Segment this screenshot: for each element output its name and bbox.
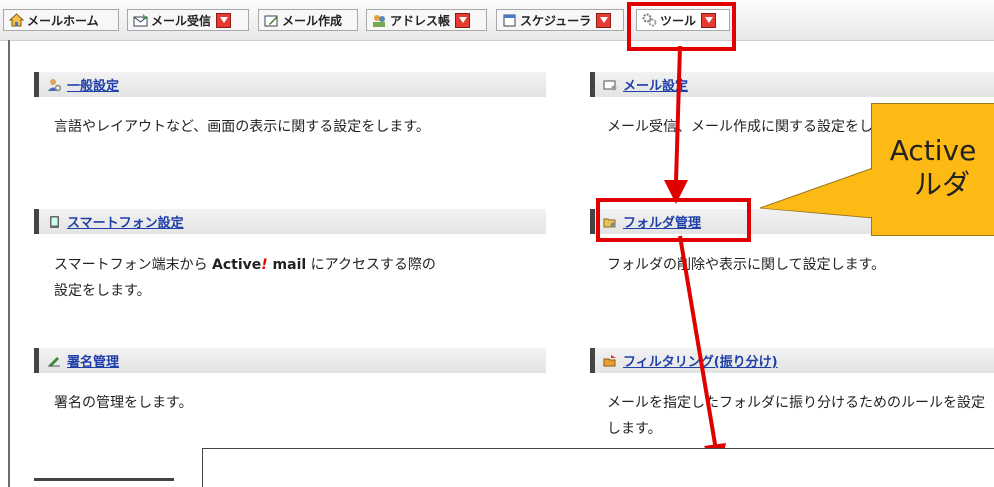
- overlay-panel: [202, 448, 994, 487]
- callout-pointer-fill: [762, 169, 874, 217]
- highlight-folder-management: [596, 198, 751, 242]
- highlight-tools-tab: [627, 2, 736, 51]
- section-header-stub: [34, 478, 174, 487]
